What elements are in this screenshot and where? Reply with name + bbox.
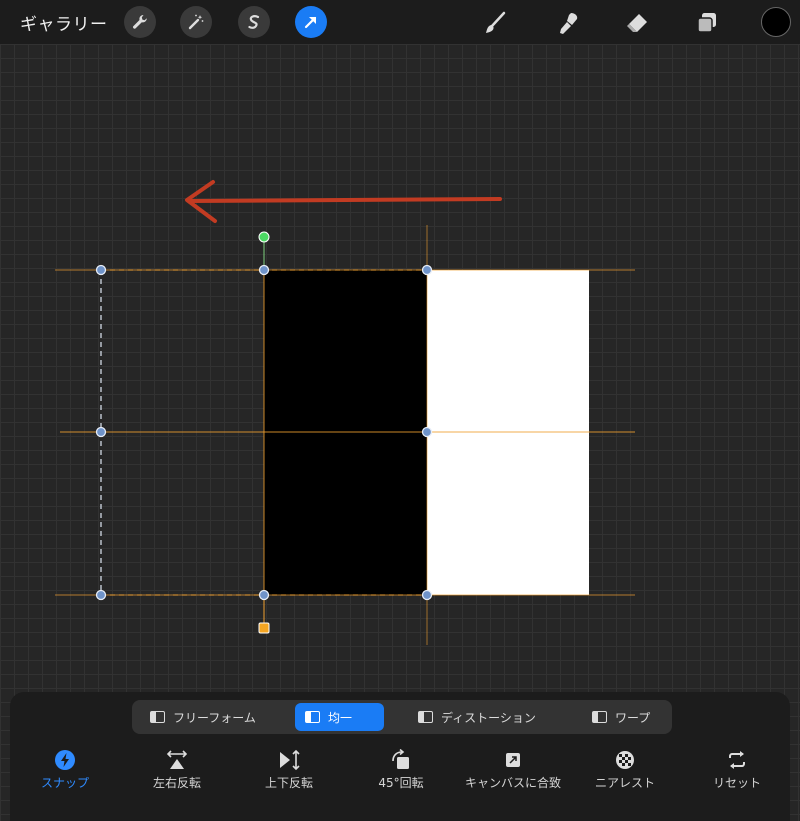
interpolation-checker-icon: [616, 751, 634, 769]
mode-distort-label: ディストーション: [441, 710, 536, 725]
mode-freeform-label: フリーフォーム: [173, 710, 256, 725]
handle-bottom-mid[interactable]: [258, 589, 270, 601]
anchor-handle[interactable]: [258, 622, 270, 634]
flip-vertical-icon: [280, 749, 300, 771]
warp-icon: [592, 711, 607, 723]
flip-vertical-button[interactable]: 上下反転: [239, 748, 339, 791]
smudge-icon[interactable]: [555, 8, 585, 38]
handle-bottom-left[interactable]: [95, 589, 107, 601]
transform-mode-bar: フリーフォーム 均一 ディストーション ワープ: [132, 700, 672, 734]
flip-horizontal-icon: [166, 750, 188, 769]
mode-warp-label: ワープ: [615, 710, 651, 725]
handle-top-right[interactable]: [421, 264, 433, 276]
layers-icon[interactable]: [692, 8, 722, 38]
selection-s-icon[interactable]: [238, 6, 270, 38]
distort-icon: [418, 711, 433, 723]
handle-top-mid[interactable]: [258, 264, 270, 276]
rotate-45-label: 45°回転: [378, 776, 424, 790]
transform-arrow-icon[interactable]: [295, 6, 327, 38]
transform-panel: フリーフォーム 均一 ディストーション ワープ スナップ 左右反転 上下反転 4…: [10, 692, 790, 821]
fit-canvas-icon: [506, 753, 520, 767]
reset-arrows-icon: [729, 751, 745, 769]
rotate-icon: [392, 749, 409, 769]
fit-to-canvas-button[interactable]: キャンバスに合致: [463, 748, 563, 791]
nearest-label: ニアレスト: [594, 776, 655, 790]
mode-freeform[interactable]: フリーフォーム: [140, 703, 270, 731]
handle-right-mid[interactable]: [421, 426, 433, 438]
snap-label: スナップ: [40, 776, 89, 790]
rotate-45-button[interactable]: 45°回転: [351, 748, 451, 791]
magic-wand-icon[interactable]: [180, 6, 212, 38]
freeform-icon: [150, 711, 165, 723]
rotation-handle[interactable]: [258, 231, 270, 243]
wrench-icon[interactable]: [124, 6, 156, 38]
eraser-icon[interactable]: [622, 8, 652, 38]
snap-bolt-icon: [55, 750, 75, 770]
handle-left-mid[interactable]: [95, 426, 107, 438]
uniform-icon: [305, 711, 320, 723]
handle-bottom-right[interactable]: [421, 589, 433, 601]
brush-icon[interactable]: [480, 8, 510, 38]
mode-uniform[interactable]: 均一: [295, 703, 384, 731]
reset-button[interactable]: リセット: [687, 748, 787, 791]
mode-uniform-label: 均一: [328, 710, 353, 725]
mode-distort[interactable]: ディストーション: [408, 703, 558, 731]
gallery-button[interactable]: ギャラリー: [20, 10, 108, 35]
red-arrow-stroke: [185, 180, 502, 223]
snap-button[interactable]: スナップ: [15, 748, 115, 791]
flip-vertical-label: 上下反転: [264, 776, 313, 790]
handle-top-left[interactable]: [95, 264, 107, 276]
mode-warp[interactable]: ワープ: [582, 703, 662, 731]
flip-horizontal-label: 左右反転: [152, 776, 201, 790]
fit-to-canvas-label: キャンバスに合致: [464, 776, 561, 790]
flip-horizontal-button[interactable]: 左右反転: [127, 748, 227, 791]
reset-label: リセット: [712, 776, 761, 790]
nearest-button[interactable]: ニアレスト: [575, 748, 675, 791]
color-swatch[interactable]: [761, 7, 791, 37]
top-toolbar: ギャラリー: [0, 0, 800, 44]
